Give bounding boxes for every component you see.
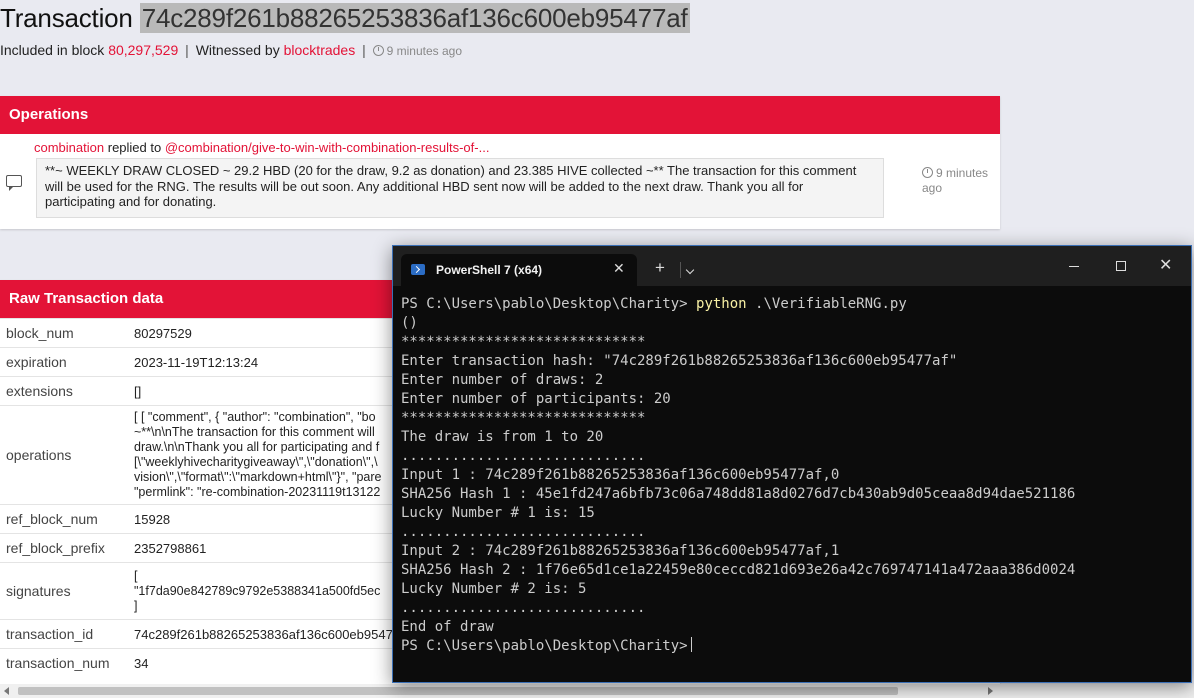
command-args: .\VerifiableRNG.py	[755, 296, 907, 312]
row-key: block_num	[0, 318, 127, 348]
close-icon[interactable]: ✕	[1159, 258, 1175, 274]
clock-icon	[372, 45, 384, 56]
row-key: extensions	[0, 376, 127, 406]
scroll-left-arrow-icon[interactable]	[4, 687, 9, 695]
output-line: Input 1 : 74c289f261b88265253836af136c60…	[401, 467, 840, 483]
output-line: End of draw	[401, 619, 494, 635]
separator: |	[362, 42, 366, 58]
operations-heading: Operations	[0, 96, 1000, 134]
output-line: Input 2 : 74c289f261b88265253836af136c60…	[401, 543, 840, 559]
time-ago: 9 minutes ago	[386, 44, 463, 58]
output-line: Enter transaction hash: "74c289f261b8826…	[401, 353, 958, 369]
output-line: Lucky Number # 2 is: 5	[401, 581, 587, 597]
final-prompt-line[interactable]: PS C:\Users\pablo\Desktop\Charity>	[401, 637, 1183, 656]
prompt: PS C:\Users\pablo\Desktop\Charity>	[401, 296, 688, 312]
command-line: PS C:\Users\pablo\Desktop\Charity> pytho…	[401, 295, 1183, 314]
row-key: operations	[0, 405, 127, 505]
page-title: Transaction 74c289f261b88265253836af136c…	[0, 2, 690, 34]
author-link[interactable]: combination	[34, 140, 104, 155]
output-line: .............................	[401, 600, 646, 616]
text-cursor	[690, 637, 692, 652]
prompt: PS C:\Users\pablo\Desktop\Charity>	[401, 638, 688, 654]
operations-card: Operations combination replied to @combi…	[0, 96, 1000, 229]
tab-close-icon[interactable]: ✕	[613, 260, 625, 277]
clock-icon	[922, 167, 933, 178]
page-horizontal-scrollbar[interactable]	[0, 684, 1194, 698]
row-key: ref_block_prefix	[0, 533, 127, 563]
output-line: Enter number of draws: 2	[401, 372, 604, 388]
parent-post-link[interactable]: @combination/give-to-win-with-combinatio…	[165, 140, 490, 155]
comment-body: **~ WEEKLY DRAW CLOSED ~ 29.2 HBD (20 fo…	[36, 158, 884, 218]
powershell-window[interactable]: PowerShell 7 (x64) ✕ + ✕ PS C:\Users\pab…	[392, 245, 1192, 683]
output-line: The draw is from 1 to 20	[401, 429, 604, 445]
transaction-meta: Included in block 80,297,529 | Witnessed…	[0, 40, 462, 61]
operation-time: 9 minutes ago	[922, 166, 994, 196]
titlebar-divider	[680, 262, 681, 278]
output-line: *****************************	[401, 410, 646, 426]
comment-icon	[6, 175, 22, 191]
action-label: replied to	[107, 140, 162, 155]
separator: |	[185, 42, 189, 58]
block-number-link[interactable]: 80,297,529	[108, 42, 178, 58]
included-label: Included in block	[0, 42, 105, 58]
transaction-hash[interactable]: 74c289f261b88265253836af136c600eb95477af	[139, 3, 690, 33]
output-line: SHA256 Hash 2 : 1f76e65d1ce1a22459e80cec…	[401, 562, 1076, 578]
output-line: *****************************	[401, 334, 646, 350]
scrollbar-thumb[interactable]	[18, 687, 898, 695]
output-line: SHA256 Hash 1 : 45e1fd247a6bfb73c06a748d…	[401, 486, 1076, 502]
command: python	[696, 296, 747, 312]
witness-link[interactable]: blocktrades	[284, 42, 356, 58]
terminal-tab-title: PowerShell 7 (x64)	[436, 263, 543, 277]
row-key: transaction_num	[0, 648, 127, 678]
operation-summary: combination replied to @combination/give…	[34, 140, 489, 155]
minimize-icon[interactable]	[1066, 258, 1082, 274]
output-line: Lucky Number # 1 is: 15	[401, 505, 595, 521]
title-label: Transaction	[0, 3, 133, 33]
output-line: .............................	[401, 448, 646, 464]
scroll-right-arrow-icon[interactable]	[988, 687, 993, 695]
output-line: ()	[401, 315, 418, 331]
terminal-tab[interactable]: PowerShell 7 (x64) ✕	[401, 254, 637, 286]
row-key: expiration	[0, 347, 127, 377]
terminal-output[interactable]: PS C:\Users\pablo\Desktop\Charity> pytho…	[401, 295, 1183, 656]
chevron-down-icon[interactable]	[685, 265, 695, 275]
terminal-titlebar[interactable]: PowerShell 7 (x64) ✕ + ✕	[393, 246, 1191, 286]
witnessed-label: Witnessed by	[195, 42, 280, 58]
powershell-icon	[411, 264, 425, 275]
maximize-icon[interactable]	[1113, 258, 1129, 274]
row-key: transaction_id	[0, 619, 127, 649]
row-key: signatures	[0, 562, 127, 620]
output-line: .............................	[401, 524, 646, 540]
new-tab-icon[interactable]: +	[655, 259, 665, 276]
output-line: Enter number of participants: 20	[401, 391, 671, 407]
row-key: ref_block_num	[0, 504, 127, 534]
